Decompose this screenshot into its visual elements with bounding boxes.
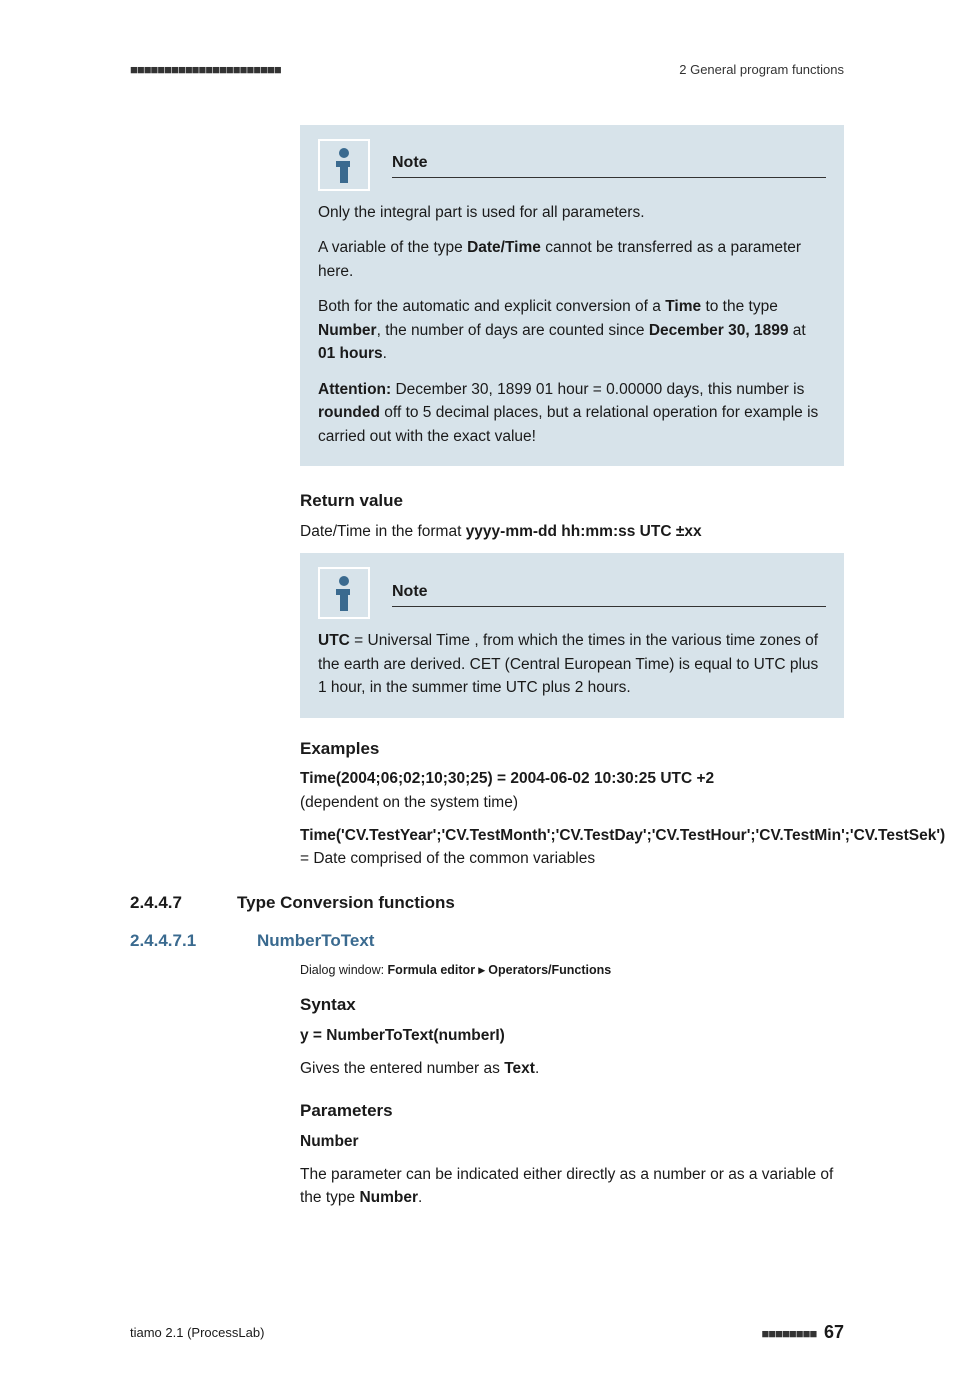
note1-p4: Attention: December 30, 1899 01 hour = 0…	[318, 378, 826, 449]
note-header-2: Note	[318, 567, 826, 619]
page-number: 67	[824, 1322, 844, 1342]
params-desc: The parameter can be indicated either di…	[300, 1163, 844, 1210]
return-heading: Return value	[300, 488, 844, 514]
return-text: Date/Time in the format yyyy-mm-dd hh:mm…	[300, 520, 844, 543]
chapter-label: 2 General program functions	[679, 60, 844, 80]
note-box-2: Note UTC = Universal Time , from which t…	[300, 553, 844, 718]
heading-num: 2.4.4.7	[130, 890, 205, 916]
note1-p3: Both for the automatic and explicit conv…	[318, 295, 826, 366]
note-title: Note	[392, 151, 826, 178]
note-header: Note	[318, 139, 826, 191]
examples-heading: Examples	[300, 736, 844, 762]
footer-ticks: ■■■■■■■■	[762, 1326, 817, 1341]
heading-title: Type Conversion functions	[237, 890, 455, 916]
note1-p2: A variable of the type Date/Time cannot …	[318, 236, 826, 283]
dialog-window-line: Dialog window: Formula editor ▸ Operator…	[300, 961, 844, 980]
note-body-2: UTC = Universal Time , from which the ti…	[318, 629, 826, 700]
note1-p1: Only the integral part is used for all p…	[318, 201, 826, 225]
note-title-2: Note	[392, 580, 826, 607]
example-1: Time(2004;06;02;10;30;25) = 2004-06-02 1…	[300, 767, 844, 814]
params-heading: Parameters	[300, 1098, 844, 1124]
heading-title: NumberToText	[257, 928, 374, 954]
note-body-1: Only the integral part is used for all p…	[318, 201, 826, 449]
example-2: Time('CV.TestYear';'CV.TestMonth';'CV.Te…	[300, 824, 844, 871]
heading-2-4-4-7-1: 2.4.4.7.1 NumberToText	[130, 928, 844, 954]
syntax-desc: Gives the entered number as Text.	[300, 1057, 844, 1080]
page-footer: tiamo 2.1 (ProcessLab) ■■■■■■■■ 67	[130, 1319, 844, 1346]
page-header: ■■■■■■■■■■■■■■■■■■■■■■ 2 General program…	[130, 60, 844, 80]
content-area: Note Only the integral part is used for …	[300, 125, 844, 1210]
header-ticks: ■■■■■■■■■■■■■■■■■■■■■■	[130, 60, 281, 80]
info-icon	[318, 139, 370, 191]
heading-2-4-4-7: 2.4.4.7 Type Conversion functions	[130, 890, 844, 916]
footer-product: tiamo 2.1 (ProcessLab)	[130, 1323, 264, 1343]
syntax-line: y = NumberToText(numberI)	[300, 1024, 844, 1047]
footer-page: ■■■■■■■■ 67	[762, 1319, 844, 1346]
note-box-1: Note Only the integral part is used for …	[300, 125, 844, 467]
params-sub: Number	[300, 1130, 844, 1153]
note2-p1: UTC = Universal Time , from which the ti…	[318, 629, 826, 700]
syntax-heading: Syntax	[300, 992, 844, 1018]
heading-num: 2.4.4.7.1	[130, 928, 225, 954]
info-icon	[318, 567, 370, 619]
